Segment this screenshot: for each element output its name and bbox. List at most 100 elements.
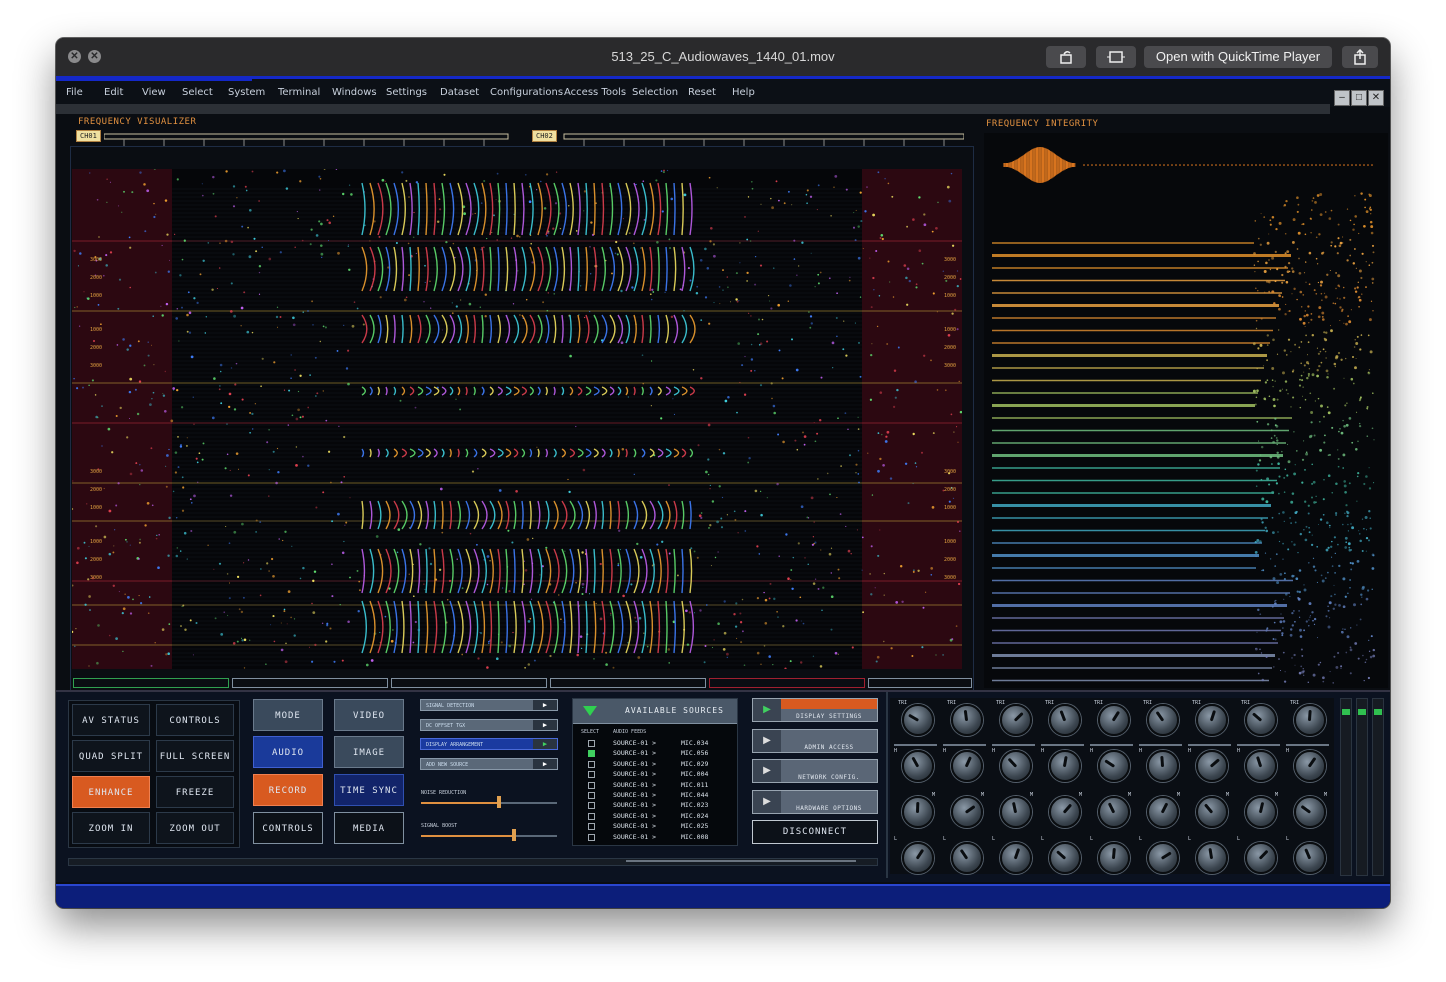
menu-help[interactable]: Help xyxy=(732,87,755,98)
menu-reset[interactable]: Reset xyxy=(688,87,716,98)
source-checkbox[interactable] xyxy=(588,792,595,799)
source-checkbox[interactable] xyxy=(588,823,595,831)
open-with-quicktime-button[interactable]: Open with QuickTime Player xyxy=(1144,46,1332,68)
source-checkbox[interactable] xyxy=(588,750,595,758)
source-checkbox[interactable] xyxy=(588,802,595,810)
menu-terminal[interactable]: Terminal xyxy=(278,87,320,98)
controls-button[interactable]: CONTROLS xyxy=(156,704,234,736)
menu-windows[interactable]: Windows xyxy=(332,87,377,98)
menu-file[interactable]: File xyxy=(66,87,83,98)
mixer-knob[interactable] xyxy=(951,796,983,828)
source-row[interactable]: SOURCE-01 > MIC.024 xyxy=(573,811,737,821)
source-row[interactable]: SOURCE-01 > MIC.008 xyxy=(573,832,737,842)
play-arrow-icon[interactable]: ▶ xyxy=(533,700,557,710)
menu-view[interactable]: View xyxy=(142,87,166,98)
mixer-knob[interactable] xyxy=(1245,704,1277,736)
menu-configurations[interactable]: Configurations xyxy=(490,87,563,98)
record-button[interactable]: RECORD xyxy=(253,774,323,806)
mixer-knob[interactable] xyxy=(951,750,983,782)
play-arrow-icon[interactable]: ▶ xyxy=(533,759,557,769)
mixer-knob[interactable] xyxy=(902,704,934,736)
mixer-knob[interactable] xyxy=(1294,704,1326,736)
source-row[interactable]: SOURCE-01 > MIC.011 xyxy=(573,780,737,790)
mixer-knob[interactable] xyxy=(1049,704,1081,736)
mixer-knob[interactable] xyxy=(1147,842,1179,874)
noise-reduction-handle[interactable] xyxy=(497,796,501,808)
play-arrow-icon[interactable]: ▶ xyxy=(533,720,557,730)
source-row[interactable]: SOURCE-01 > MIC.044 xyxy=(573,790,737,800)
mixer-knob[interactable] xyxy=(1000,704,1032,736)
mixer-knob[interactable] xyxy=(1245,750,1277,782)
maximize-panel-icon[interactable]: □ xyxy=(1351,90,1367,106)
mixer-knob[interactable] xyxy=(1196,796,1228,828)
av-status-button[interactable]: AV STATUS xyxy=(72,704,150,736)
mixer-knob[interactable] xyxy=(1049,842,1081,874)
dc-offset-control[interactable]: DC OFFSET TGX ▶ xyxy=(420,719,558,731)
source-checkbox[interactable] xyxy=(588,833,595,841)
rotate-button[interactable] xyxy=(1046,46,1086,68)
image-button[interactable]: IMAGE xyxy=(334,736,404,768)
source-row[interactable]: SOURCE-01 > MIC.029 xyxy=(573,759,737,769)
add-new-source-control[interactable]: ADD NEW SOURCE ▶ xyxy=(420,758,558,770)
mixer-knob[interactable] xyxy=(1294,842,1326,874)
display-settings-button[interactable]: ▶ DISPLAY SETTINGS xyxy=(752,698,878,722)
full-screen-button[interactable]: FULL SCREEN xyxy=(156,740,234,772)
mixer-knob[interactable] xyxy=(1147,704,1179,736)
menu-selection[interactable]: Selection xyxy=(632,87,678,98)
source-checkbox[interactable] xyxy=(588,771,595,779)
play-arrow-icon[interactable]: ▶ xyxy=(533,739,557,749)
mixer-knob[interactable] xyxy=(1294,796,1326,828)
mixer-knob[interactable] xyxy=(1049,750,1081,782)
enhance-button[interactable]: ENHANCE xyxy=(72,776,150,808)
close-panel-icon[interactable]: ✕ xyxy=(1368,90,1384,106)
mixer-knob[interactable] xyxy=(1196,704,1228,736)
source-checkbox[interactable] xyxy=(588,740,595,747)
menu-edit[interactable]: Edit xyxy=(104,87,123,98)
mixer-knob[interactable] xyxy=(1245,796,1277,828)
trim-button[interactable] xyxy=(1096,46,1136,68)
media-button[interactable]: MEDIA xyxy=(334,812,404,844)
source-row[interactable]: SOURCE-01 > MIC.034 xyxy=(573,738,737,748)
mixer-knob[interactable] xyxy=(1000,796,1032,828)
dropdown-arrow-icon[interactable] xyxy=(583,705,597,717)
mixer-knob[interactable] xyxy=(1294,750,1326,782)
signal-boost-handle[interactable] xyxy=(512,829,516,841)
mixer-knob[interactable] xyxy=(902,750,934,782)
mode-button[interactable]: MODE xyxy=(253,699,323,731)
mixer-knob[interactable] xyxy=(1098,842,1130,874)
signal-detection-control[interactable]: SIGNAL DETECTION ▶ xyxy=(420,699,558,711)
menu-system[interactable]: System xyxy=(228,87,265,98)
share-button[interactable] xyxy=(1342,46,1378,68)
source-checkbox[interactable] xyxy=(588,812,595,820)
network-config-button[interactable]: ▶ NETWORK CONFIG. xyxy=(752,759,878,783)
zoom-out-button[interactable]: ZOOM OUT xyxy=(156,812,234,844)
mixer-knob[interactable] xyxy=(1049,796,1081,828)
source-row[interactable]: SOURCE-01 > MIC.056 xyxy=(573,748,737,758)
source-checkbox[interactable] xyxy=(588,781,595,789)
menu-access-tools[interactable]: Access Tools xyxy=(564,87,626,98)
minimize-panel-icon[interactable]: – xyxy=(1334,90,1350,106)
display-arrangement-control[interactable]: DISPLAY ARRANGEMENT ▶ xyxy=(420,738,558,750)
source-checkbox[interactable] xyxy=(588,760,595,768)
timeline-scrubber[interactable] xyxy=(626,860,856,862)
source-row[interactable]: SOURCE-01 > MIC.004 xyxy=(573,769,737,779)
zoom-in-button[interactable]: ZOOM IN xyxy=(72,812,150,844)
video-button[interactable]: VIDEO xyxy=(334,699,404,731)
freeze-frame-button[interactable]: FREEZE FRAME xyxy=(156,776,234,830)
mixer-knob[interactable] xyxy=(1245,842,1277,874)
menu-settings[interactable]: Settings xyxy=(386,87,427,98)
quad-split-button[interactable]: QUAD SPLIT xyxy=(72,740,150,772)
controls-mode-button[interactable]: CONTROLS xyxy=(253,812,323,844)
mixer-knob[interactable] xyxy=(902,842,934,874)
mixer-knob[interactable] xyxy=(1098,750,1130,782)
mixer-knob[interactable] xyxy=(1000,842,1032,874)
audio-button[interactable]: AUDIO xyxy=(253,736,323,768)
mixer-knob[interactable] xyxy=(1147,750,1179,782)
channel-1-tag[interactable]: CH01 xyxy=(76,130,101,142)
admin-access-button[interactable]: ▶ ADMIN ACCESS xyxy=(752,729,878,753)
mixer-knob[interactable] xyxy=(1196,750,1228,782)
mixer-knob[interactable] xyxy=(951,704,983,736)
source-row[interactable]: SOURCE-01 > MIC.023 xyxy=(573,800,737,810)
mixer-knob[interactable] xyxy=(1196,842,1228,874)
time-sync-button[interactable]: TIME SYNC xyxy=(334,774,404,806)
